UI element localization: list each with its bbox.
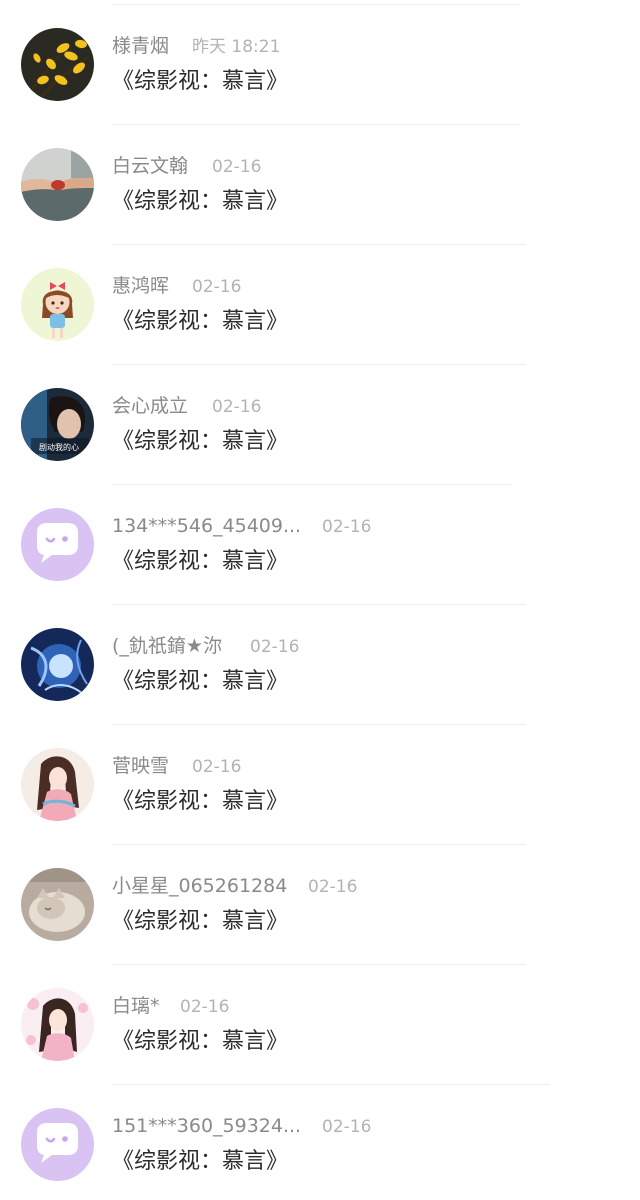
avatar-hands-image (21, 148, 94, 221)
message-preview: 《综影视：慕言》 (112, 1149, 289, 1174)
avatar-caption: 剧动我的心 (39, 442, 79, 452)
conversation-item[interactable]: 134***546_45409... 02-16 《综影视：慕言》 (0, 480, 640, 605)
contact-name: 惠鸿晖 (112, 275, 170, 297)
chat-bubble-icon (21, 508, 94, 581)
message-time: 02-16 (212, 157, 262, 177)
avatar-default-chat[interactable] (21, 1108, 94, 1181)
message-preview: 《综影视：慕言》 (112, 429, 289, 454)
message-preview: 《综影视：慕言》 (112, 909, 289, 934)
avatar-man-photo-image: 剧动我的心 (21, 388, 94, 461)
message-preview: 《综影视：慕言》 (112, 1029, 289, 1054)
avatar-blue-swirl-image (21, 628, 94, 701)
message-preview: 《综影视：慕言》 (112, 669, 289, 694)
conversation-item[interactable]: 菅映雪 02-16 《综影视：慕言》 (0, 720, 640, 845)
contact-name: 会心成立 (112, 395, 189, 417)
message-time: 昨天 18:21 (192, 37, 281, 57)
avatar-default-chat[interactable] (21, 508, 94, 581)
contact-name: (_釚祇錥★沵 (112, 635, 222, 657)
message-preview: 《综影视：慕言》 (112, 69, 289, 94)
avatar-cat[interactable] (21, 868, 94, 941)
contact-name: 小星星_065261284 (112, 875, 288, 897)
avatar-anime-girl-pink-image (21, 988, 94, 1061)
avatar-man-photo[interactable]: 剧动我的心 (21, 388, 94, 461)
contact-name: 134***546_45409... (112, 515, 302, 537)
message-preview: 《综影视：慕言》 (112, 189, 289, 214)
conversation-item[interactable]: 小星星_065261284 02-16 《综影视：慕言》 (0, 840, 640, 965)
message-time: 02-16 (192, 757, 242, 777)
message-time: 02-16 (180, 997, 230, 1017)
contact-name: 様青烟 (112, 35, 170, 57)
message-time: 02-16 (308, 877, 358, 897)
message-preview: 《综影视：慕言》 (112, 549, 289, 574)
avatar-cartoon-girl[interactable] (21, 268, 94, 341)
contact-name: 菅映雪 (112, 755, 170, 777)
contact-name: 151***360_59324... (112, 1115, 302, 1137)
avatar-hands[interactable] (21, 148, 94, 221)
conversation-item[interactable]: 白云文翰 02-16 《综影视：慕言》 (0, 120, 640, 245)
conversation-item[interactable]: 様青烟 昨天 18:21 《综影视：慕言》 (0, 0, 640, 125)
message-time: 02-16 (322, 517, 372, 537)
avatar-flowers-image (21, 28, 94, 101)
avatar-cat-image (21, 868, 94, 941)
avatar-anime-girl-pink[interactable] (21, 988, 94, 1061)
message-preview: 《综影视：慕言》 (112, 309, 289, 334)
conversation-list: 様青烟 昨天 18:21 《综影视：慕言》 白云文翰 02-16 《综影视：慕言… (0, 0, 640, 1194)
conversation-item[interactable]: 151***360_59324... 02-16 《综影视：慕言》 (0, 1080, 640, 1200)
chat-bubble-icon (21, 1108, 94, 1181)
avatar-cartoon-girl-image (21, 268, 94, 341)
conversation-item[interactable]: 白璃* 02-16 《综影视：慕言》 (0, 960, 640, 1085)
message-preview: 《综影视：慕言》 (112, 789, 289, 814)
conversation-item[interactable]: (_釚祇錥★沵 02-16 《综影视：慕言》 (0, 600, 640, 725)
avatar-blue-swirl[interactable] (21, 628, 94, 701)
conversation-item[interactable]: 剧动我的心 会心成立 02-16 《综影视：慕言》 (0, 360, 640, 485)
contact-name: 白云文翰 (112, 155, 189, 177)
message-time: 02-16 (322, 1117, 372, 1137)
avatar-flowers[interactable] (21, 28, 94, 101)
avatar-anime-girl[interactable] (21, 748, 94, 821)
avatar-anime-girl-image (21, 748, 94, 821)
message-time: 02-16 (192, 277, 242, 297)
conversation-item[interactable]: 惠鸿晖 02-16 《综影视：慕言》 (0, 240, 640, 365)
contact-name: 白璃* (112, 995, 160, 1017)
message-time: 02-16 (212, 397, 262, 417)
message-time: 02-16 (250, 637, 300, 657)
